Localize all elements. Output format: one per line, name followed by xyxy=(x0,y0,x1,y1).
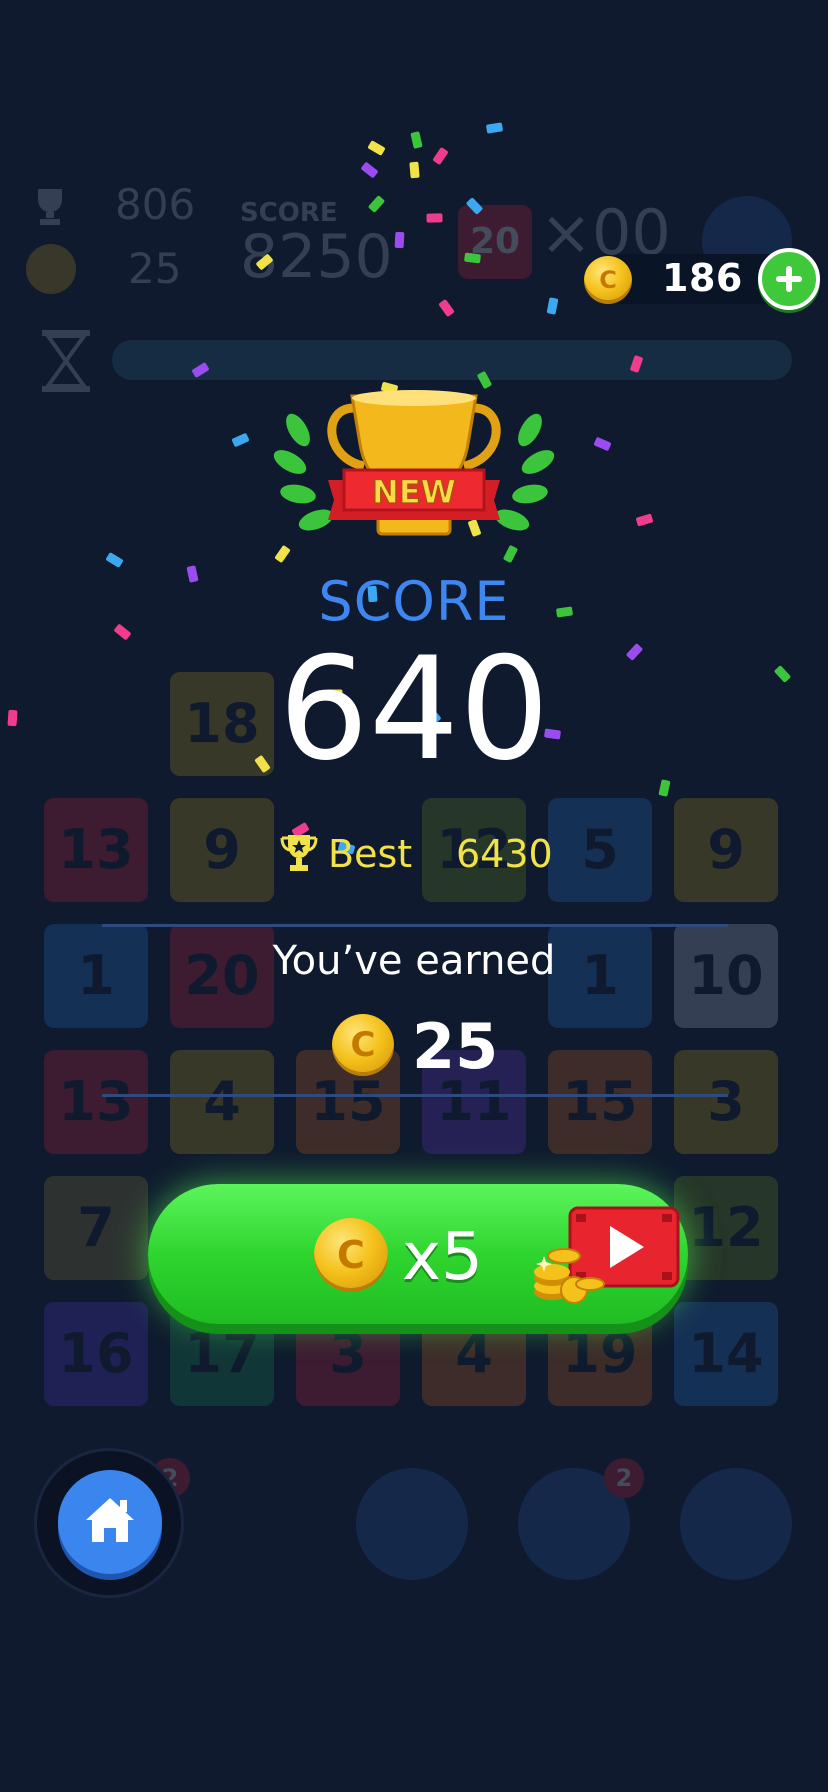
background-trophy-icon xyxy=(38,189,62,225)
best-value: 6430 xyxy=(456,832,553,876)
background-tile: 14 xyxy=(674,1302,778,1406)
coin-icon: C xyxy=(314,1218,388,1292)
game-over-screen: 806 25 SCORE 8250 20 ×00 18 13 9 12 5 9 1 20 1 10… xyxy=(0,0,828,1792)
confetti-piece xyxy=(426,213,443,223)
reward-multiplier: x5 xyxy=(402,1218,484,1295)
home-icon xyxy=(86,1498,134,1542)
divider xyxy=(102,924,728,927)
background-tile: 13 xyxy=(44,1050,148,1154)
background-tile: 4 xyxy=(170,1050,274,1154)
best-label: Best xyxy=(328,832,413,876)
trophy-icon xyxy=(280,835,318,871)
hourglass-icon xyxy=(42,330,90,392)
background-tile: 7 xyxy=(44,1176,148,1280)
confetti-piece xyxy=(394,231,405,249)
background-coin-count: 25 xyxy=(128,244,182,293)
background-magnet-booster xyxy=(356,1468,468,1580)
best-score-row: Best 6430 xyxy=(278,828,578,882)
add-coins-button[interactable] xyxy=(758,248,820,310)
divider xyxy=(102,1094,728,1097)
confetti-piece xyxy=(409,161,420,179)
home-button[interactable] xyxy=(58,1470,162,1574)
new-best-trophy-icon: NEW xyxy=(273,390,555,536)
coin-icon: C xyxy=(584,256,632,304)
confetti-piece xyxy=(464,252,481,264)
play-video-icon xyxy=(534,1206,680,1304)
background-coin-icon xyxy=(26,244,76,294)
score-label: SCORE xyxy=(318,570,510,633)
background-best-value: 806 xyxy=(115,180,196,229)
background-target-tile: 20 xyxy=(458,205,532,279)
coin-icon: C xyxy=(332,1014,394,1076)
background-tile: 9 xyxy=(674,798,778,902)
background-badge: 2 xyxy=(604,1458,644,1498)
background-timer-bar xyxy=(112,340,792,380)
background-tile: 13 xyxy=(44,798,148,902)
background-tile: 9 xyxy=(170,798,274,902)
earned-coins-value: 25 xyxy=(412,1010,499,1083)
background-tile: 15 xyxy=(548,1050,652,1154)
score-value: 640 xyxy=(278,627,550,792)
coin-balance: 186 xyxy=(662,256,743,300)
background-tile: 3 xyxy=(674,1050,778,1154)
background-swap-booster xyxy=(680,1468,792,1580)
background-tile: 16 xyxy=(44,1302,148,1406)
new-badge-text: NEW xyxy=(372,473,456,511)
earned-label: You’ve earned xyxy=(272,938,556,984)
background-tile: 12 xyxy=(674,1176,778,1280)
